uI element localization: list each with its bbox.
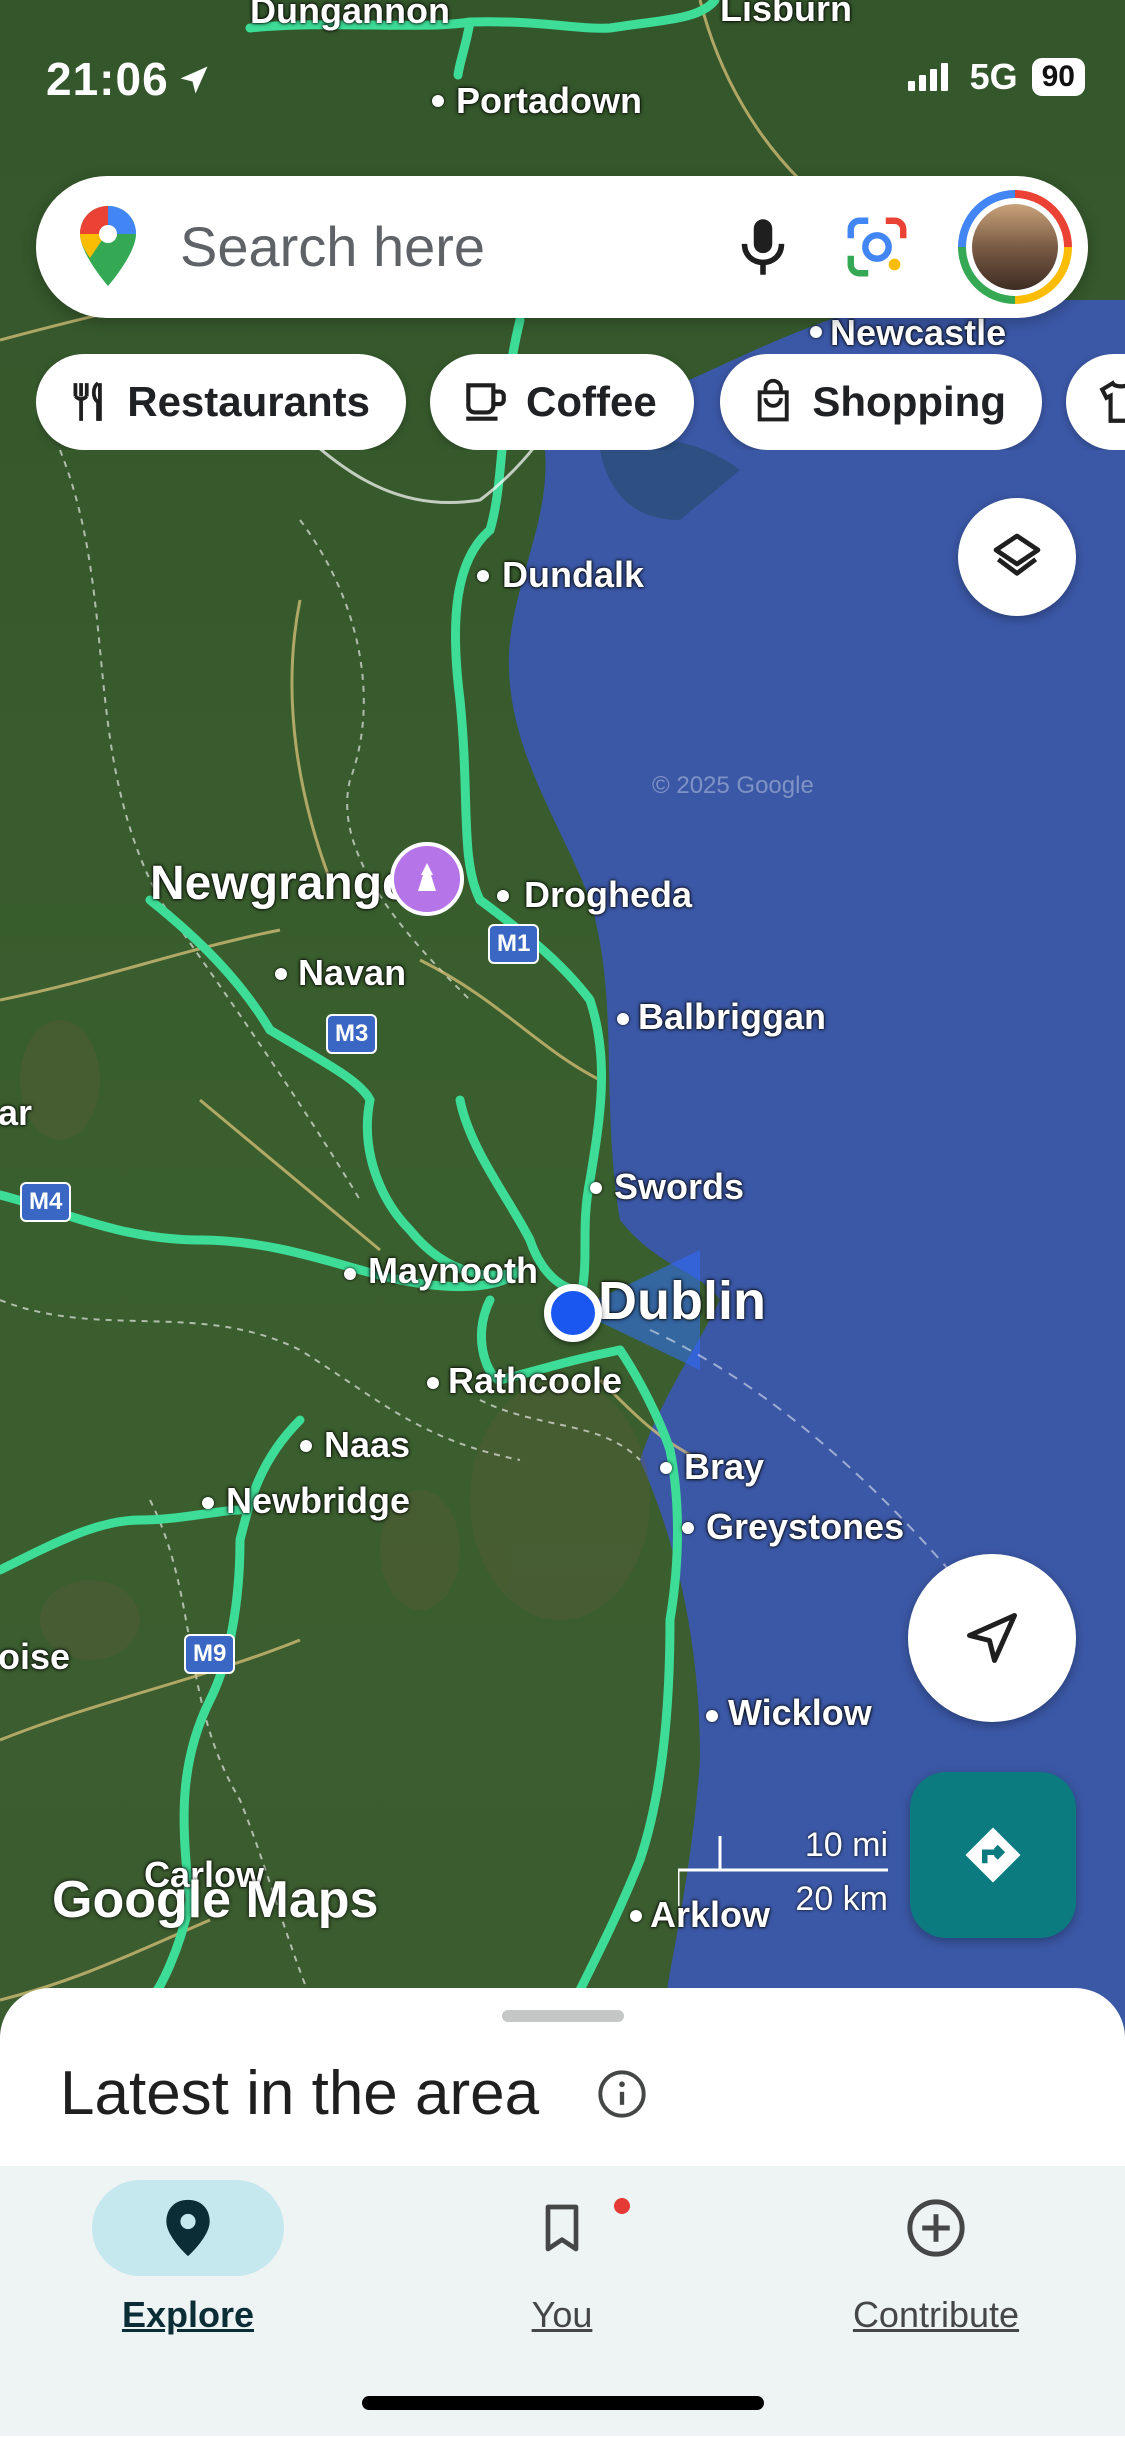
- directions-icon: [965, 1827, 1021, 1883]
- map-label-newgrange[interactable]: Newgrange: [150, 856, 409, 911]
- battery-indicator: 90: [1031, 58, 1085, 96]
- road-shield-m4: M4: [20, 1182, 72, 1222]
- nav-label: Explore: [121, 2294, 255, 2335]
- bookmark-icon: [545, 2204, 579, 2252]
- chip-label: Shopping: [812, 378, 1006, 425]
- nav-label: You: [531, 2294, 593, 2335]
- chip-restaurants[interactable]: Restaurants: [36, 354, 406, 450]
- category-chips: Restaurants Coffee Shopping: [36, 354, 1125, 450]
- shirt-icon: [1099, 380, 1125, 423]
- directions-button[interactable]: [910, 1772, 1076, 1938]
- layers-button[interactable]: [958, 498, 1076, 616]
- map-label-greystones[interactable]: Greystones: [706, 1506, 904, 1548]
- microphone-icon[interactable]: [726, 210, 800, 284]
- map-label-rathcoole[interactable]: Rathcoole: [448, 1360, 622, 1402]
- nav-contribute[interactable]: Contribute: [806, 2180, 1066, 2336]
- map-label-dundalk[interactable]: Dundalk: [502, 554, 644, 596]
- status-bar: 21:06 5G 90: [0, 0, 1125, 160]
- network-type: 5G: [969, 56, 1018, 97]
- sheet-drag-handle[interactable]: [502, 2010, 624, 2022]
- google-lens-icon[interactable]: [842, 212, 912, 282]
- notification-dot: [614, 2198, 630, 2214]
- map-label-left-edge[interactable]: ar: [0, 1092, 32, 1134]
- chip-clothing[interactable]: [1066, 354, 1125, 450]
- current-location-dot[interactable]: [544, 1284, 602, 1342]
- info-icon[interactable]: [596, 2068, 648, 2120]
- map-label-newbridge[interactable]: Newbridge: [226, 1480, 410, 1522]
- map-label-maynooth[interactable]: Maynooth: [368, 1250, 538, 1292]
- map-label-wicklow[interactable]: Wicklow: [728, 1692, 872, 1734]
- navigation-arrow-icon: [967, 1613, 1017, 1663]
- nav-explore[interactable]: Explore: [58, 2180, 318, 2336]
- chip-label: Restaurants: [127, 378, 370, 425]
- shopping-bag-icon: [757, 378, 789, 422]
- map-label-bray[interactable]: Bray: [684, 1446, 764, 1488]
- coffee-icon: [466, 383, 506, 421]
- map-label-balbriggan[interactable]: Balbriggan: [638, 996, 826, 1038]
- map-label-naas[interactable]: Naas: [324, 1424, 410, 1466]
- restaurant-icon: [73, 381, 102, 421]
- chip-coffee[interactable]: Coffee: [430, 354, 694, 450]
- scale-km: 20 km: [795, 1880, 888, 1918]
- road-shield-m9: M9: [184, 1634, 236, 1674]
- account-avatar[interactable]: [958, 190, 1072, 304]
- map-label-swords[interactable]: Swords: [614, 1166, 744, 1208]
- location-arrow-icon: [180, 66, 208, 94]
- add-circle-icon: [907, 2199, 965, 2257]
- road-shield-m3: M3: [326, 1014, 378, 1054]
- explore-pin-icon: [166, 2199, 210, 2257]
- map-label-portlaoise[interactable]: oise: [0, 1636, 70, 1678]
- chip-shopping[interactable]: Shopping: [720, 354, 1042, 450]
- home-indicator[interactable]: [362, 2396, 764, 2410]
- search-bar[interactable]: Search here: [36, 176, 1088, 318]
- nav-you[interactable]: You: [432, 2180, 692, 2336]
- map-scale: 10 mi 20 km: [678, 1826, 888, 1918]
- recenter-button[interactable]: [908, 1554, 1076, 1722]
- map-label-dublin[interactable]: Dublin: [598, 1270, 766, 1332]
- layers-icon: [993, 533, 1041, 576]
- road-shield-m1: M1: [488, 924, 540, 964]
- chip-label: Coffee: [526, 378, 657, 425]
- google-maps-logo: Google Maps: [52, 1871, 379, 1929]
- scale-miles: 10 mi: [804, 1826, 888, 1864]
- map-watermark: © 2025 Google: [652, 772, 814, 799]
- nav-label: Contribute: [852, 2294, 1020, 2335]
- sheet-title: Latest in the area: [60, 2059, 540, 2128]
- map-label-newcastle[interactable]: Newcastle: [830, 312, 1006, 354]
- google-maps-pin-icon: [80, 206, 136, 286]
- map-label-drogheda[interactable]: Drogheda: [524, 874, 692, 916]
- signal-icon: [907, 63, 948, 91]
- status-time: 21:06: [46, 53, 169, 105]
- landmark-pin-icon[interactable]: [390, 842, 464, 916]
- map-label-navan[interactable]: Navan: [298, 952, 406, 994]
- search-input[interactable]: Search here: [180, 214, 485, 279]
